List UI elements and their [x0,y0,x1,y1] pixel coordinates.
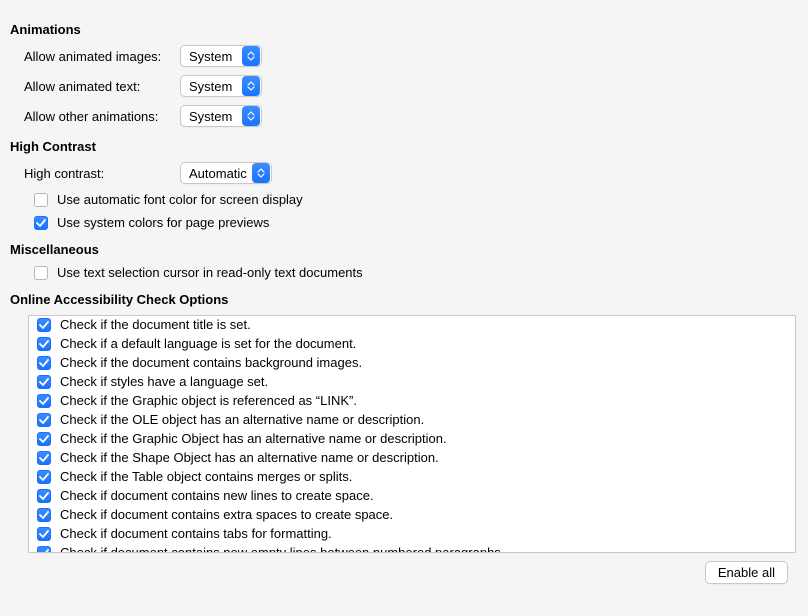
accessibility-header: Online Accessibility Check Options [10,292,798,307]
updown-icon [252,163,270,183]
updown-icon [242,46,260,66]
accessibility-item-checkbox[interactable] [37,337,51,351]
accessibility-item-label: Check if the document contains backgroun… [60,355,362,370]
high-contrast-value: Automatic [189,166,251,181]
animations-row-value: System [189,49,241,64]
misc-header: Miscellaneous [10,242,798,257]
accessibility-item-label: Check if document contains new empty lin… [60,545,504,553]
updown-icon [242,106,260,126]
accessibility-item-checkbox[interactable] [37,432,51,446]
accessibility-item-label: Check if the Graphic Object has an alter… [60,431,447,446]
high-contrast-option-label: Use system colors for page previews [57,215,269,230]
accessibility-item-label: Check if the document title is set. [60,317,251,332]
accessibility-item-checkbox[interactable] [37,489,51,503]
accessibility-item-checkbox[interactable] [37,451,51,465]
high-contrast-select[interactable]: Automatic [180,162,272,184]
accessibility-item-label: Check if the OLE object has an alternati… [60,412,424,427]
accessibility-item-checkbox[interactable] [37,318,51,332]
accessibility-item-checkbox[interactable] [37,413,51,427]
accessibility-item-label: Check if the Shape Object has an alterna… [60,450,439,465]
high-contrast-option-checkbox[interactable] [34,193,48,207]
accessibility-item-checkbox[interactable] [37,375,51,389]
accessibility-item-label: Check if document contains new lines to … [60,488,374,503]
accessibility-item-checkbox[interactable] [37,508,51,522]
accessibility-item-checkbox[interactable] [37,527,51,541]
animations-row-value: System [189,109,241,124]
accessibility-item-checkbox[interactable] [37,394,51,408]
accessibility-item-label: Check if a default language is set for t… [60,336,356,351]
animations-row-label: Allow animated text: [10,79,180,94]
updown-icon [242,76,260,96]
accessibility-item-label: Check if document contains extra spaces … [60,507,393,522]
animations-row-label: Allow animated images: [10,49,180,64]
accessibility-item-checkbox[interactable] [37,470,51,484]
accessibility-item-label: Check if styles have a language set. [60,374,268,389]
accessibility-item-label: Check if document contains tabs for form… [60,526,332,541]
accessibility-item-label: Check if the Table object contains merge… [60,469,352,484]
accessibility-listbox[interactable]: Check if the document title is set. Check… [28,315,796,553]
misc-option-checkbox[interactable] [34,266,48,280]
animations-row-select[interactable]: System [180,75,262,97]
accessibility-item-checkbox[interactable] [37,546,51,554]
enable-all-button[interactable]: Enable all [705,561,788,584]
animations-row-value: System [189,79,241,94]
accessibility-item-checkbox[interactable] [37,356,51,370]
high-contrast-option-checkbox[interactable] [34,216,48,230]
animations-header: Animations [10,22,798,37]
high-contrast-label: High contrast: [10,166,180,181]
animations-row-select[interactable]: System [180,105,262,127]
high-contrast-option-label: Use automatic font color for screen disp… [57,192,303,207]
misc-option-label: Use text selection cursor in read-only t… [57,265,363,280]
animations-row-select[interactable]: System [180,45,262,67]
high-contrast-header: High Contrast [10,139,798,154]
animations-row-label: Allow other animations: [10,109,180,124]
accessibility-item-label: Check if the Graphic object is reference… [60,393,357,408]
